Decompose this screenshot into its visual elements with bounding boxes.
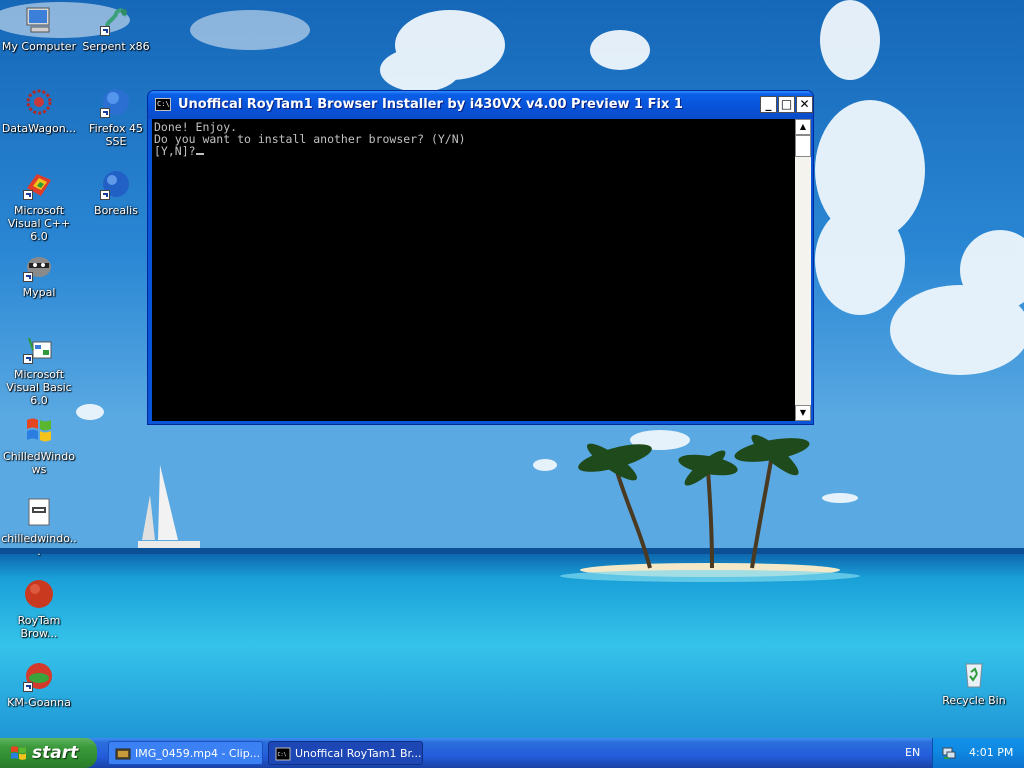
clip-player-icon	[115, 748, 131, 760]
desktop-icon-borealis[interactable]: Borealis	[77, 168, 155, 217]
console-window[interactable]: C:\ Unoffical RoyTam1 Browser Installer …	[147, 90, 814, 425]
desktop-icon-label: KM-Goanna	[7, 696, 71, 709]
desktop-icon-label: My Computer	[1, 40, 77, 53]
desktop-icon-visual-cpp[interactable]: Microsoft Visual C++ 6.0	[0, 168, 78, 243]
console-output[interactable]: Done! Enjoy. Do you want to install anot…	[152, 119, 795, 421]
shortcut-arrow-icon	[23, 682, 33, 692]
desktop-icon-label: ChilledWindows	[3, 450, 75, 476]
desktop-icon-roytam-browser[interactable]: RoyTam Brow...	[0, 578, 78, 640]
desktop-icon-my-computer[interactable]: My Computer	[0, 4, 78, 53]
start-button[interactable]: start	[0, 738, 97, 768]
desktop-icon-chilledwindows[interactable]: ChilledWindows	[0, 414, 78, 476]
clock[interactable]: 4:01 PM	[969, 738, 1013, 768]
desktop-icon-recycle-bin[interactable]: Recycle Bin	[935, 658, 1013, 707]
desktop-icon-visual-basic[interactable]: Microsoft Visual Basic 6.0	[0, 332, 78, 407]
shortcut-arrow-icon	[23, 354, 33, 364]
close-button[interactable]: ✕	[796, 96, 813, 113]
taskbar-item-clip-player[interactable]: IMG_0459.mp4 - Clip...	[108, 741, 263, 765]
desktop-icon-datawagon[interactable]: DataWagon...	[0, 86, 78, 135]
start-label: start	[32, 743, 79, 763]
desktop-icon-label: RoyTam Brow...	[17, 614, 61, 640]
taskbar-item-console[interactable]: C:\ Unoffical RoyTam1 Br...	[268, 741, 423, 765]
console-line: Do you want to install another browser? …	[154, 132, 466, 146]
desktop-icon-km-goanna[interactable]: KM-Goanna	[0, 660, 78, 709]
taskbar: start IMG_0459.mp4 - Clip... C:\ Unoffic…	[0, 738, 1024, 768]
desktop-icon-label: DataWagon...	[1, 122, 77, 135]
shortcut-arrow-icon	[100, 26, 110, 36]
shortcut-arrow-icon	[23, 190, 33, 200]
console-icon: C:\	[275, 747, 291, 761]
window-title: Unoffical RoyTam1 Browser Installer by i…	[178, 97, 683, 112]
shortcut-arrow-icon	[100, 190, 110, 200]
my-computer-icon	[26, 7, 50, 33]
network-tray-icon[interactable]	[941, 745, 957, 761]
datawagon-icon	[26, 89, 52, 115]
desktop-icon-chilledwindows-file[interactable]: chilledwindo...	[0, 496, 78, 558]
desktop-icon-label: Recycle Bin	[942, 694, 1006, 707]
language-indicator[interactable]: EN	[905, 738, 920, 768]
shortcut-arrow-icon	[100, 108, 110, 118]
desktop-icon-label: Borealis	[94, 204, 138, 217]
windows-logo-icon	[11, 746, 26, 760]
system-tray: 4:01 PM	[932, 738, 1024, 768]
maximize-button[interactable]: □	[778, 96, 795, 113]
console-icon[interactable]: C:\	[155, 98, 171, 111]
text-file-icon	[28, 498, 50, 526]
title-bar[interactable]: C:\ Unoffical RoyTam1 Browser Installer …	[148, 91, 813, 119]
console-prompt-line: [Y,N]?	[154, 145, 795, 157]
text-cursor	[195, 153, 204, 155]
shortcut-arrow-icon	[23, 272, 33, 282]
minimize-button[interactable]: _	[760, 96, 777, 113]
roytam-browser-icon	[25, 580, 53, 608]
recycle-bin-icon	[965, 663, 983, 688]
vertical-scrollbar[interactable]: ▲ ▼	[795, 119, 811, 421]
desktop-icon-label: Microsoft Visual Basic 6.0	[6, 368, 72, 407]
windows-logo-icon	[27, 418, 51, 442]
console-prompt: [Y,N]?	[154, 144, 196, 158]
taskbar-item-label: Unoffical RoyTam1 Br...	[295, 747, 422, 760]
desktop-icon-label: Microsoft Visual C++ 6.0	[7, 204, 71, 243]
desktop-icon-label: Serpent x86	[82, 40, 150, 53]
scroll-thumb[interactable]	[795, 135, 811, 157]
desktop-icon-label: Firefox 45 SSE	[89, 122, 143, 148]
svg-text:C:\: C:\	[278, 752, 287, 758]
scroll-down-button[interactable]: ▼	[795, 405, 811, 421]
desktop-icon-label: chilledwindo...	[1, 532, 77, 558]
taskbar-item-label: IMG_0459.mp4 - Clip...	[135, 747, 261, 760]
desktop-icon-mypal[interactable]: Mypal	[0, 250, 78, 299]
desktop-icon-label: Mypal	[22, 286, 56, 299]
desktop-icon-serpent[interactable]: Serpent x86	[77, 4, 155, 53]
desktop-icon-firefox[interactable]: Firefox 45 SSE	[77, 86, 155, 148]
scroll-up-button[interactable]: ▲	[795, 119, 811, 135]
